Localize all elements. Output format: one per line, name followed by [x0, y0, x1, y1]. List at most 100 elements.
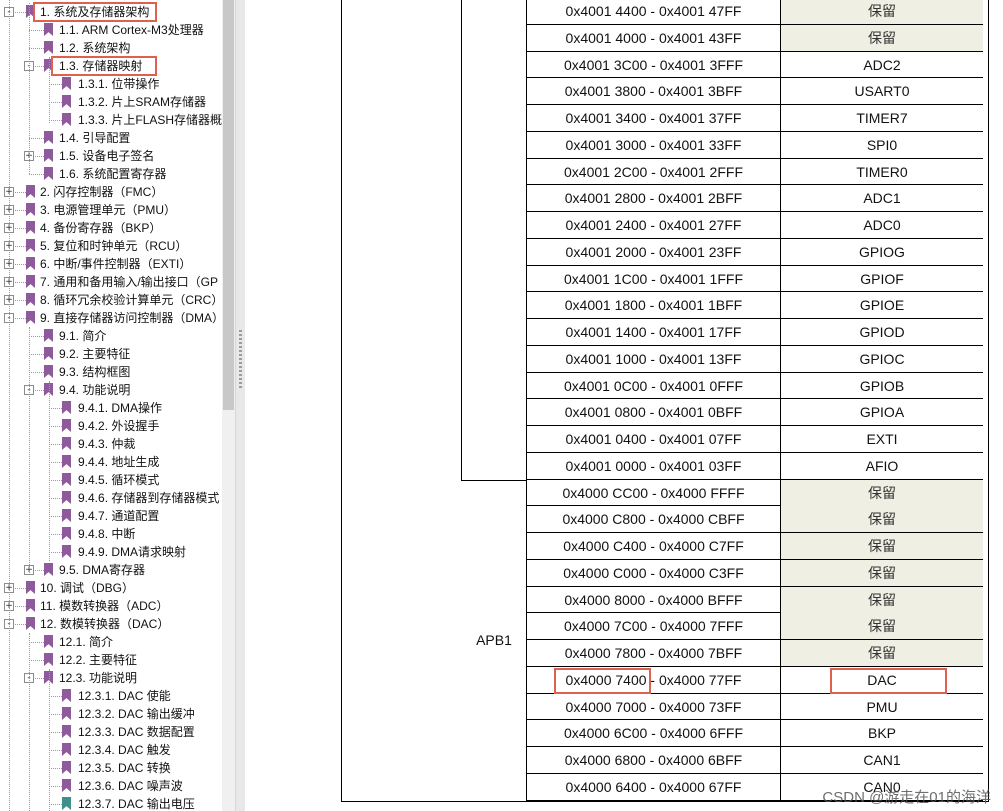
tree-scrollbar-thumb[interactable]: [223, 0, 234, 410]
bookmark-icon: [44, 563, 53, 576]
peripheral-cell: 保留: [781, 0, 983, 24]
tree-item-label: 1.3.2. 片上SRAM存储器: [78, 95, 207, 109]
tree-item-label: 10. 调试（DBG）: [40, 581, 135, 595]
tree-item[interactable]: 9.2. 主要特征: [0, 345, 222, 363]
address-range-cell: 0x4000 8000 - 0x4000 BFFF: [527, 586, 781, 613]
bookmark-icon: [62, 113, 71, 126]
table-row: 0x4000 C000 - 0x4000 C3FF 保留: [527, 559, 983, 587]
table-row: 0x4001 3400 - 0x4001 37FF TIMER7: [527, 105, 983, 132]
tree-item[interactable]: 1.4. 引导配置: [0, 129, 222, 147]
bookmark-icon: [44, 131, 53, 144]
tree-item[interactable]: 12.3.3. DAC 数据配置: [0, 723, 222, 741]
tree-item[interactable]: -12. 数模转换器（DAC）: [0, 615, 222, 633]
bookmark-icon: [62, 473, 71, 486]
tree-item[interactable]: +1.5. 设备电子签名: [0, 147, 222, 165]
peripheral-cell: 保留: [781, 586, 983, 613]
tree-item[interactable]: 9.1. 简介: [0, 327, 222, 345]
address-range-cell: 0x4000 6800 - 0x4000 6BFF: [527, 747, 781, 773]
tree-item-label: 12. 数模转换器（DAC）: [40, 617, 170, 631]
address-range-cell: 0x4001 0000 - 0x4001 03FF: [527, 452, 781, 479]
bookmark-icon: [26, 581, 35, 594]
address-range-cell: 0x4001 2000 - 0x4001 23FF: [527, 238, 781, 265]
tree-item-label: 9.5. DMA寄存器: [59, 563, 146, 577]
address-range-cell: 0x4000 C800 - 0x4000 CBFF: [527, 506, 781, 533]
peripheral-cell: 保留: [781, 559, 983, 586]
peripheral-cell: AFIO: [865, 457, 899, 474]
address-range-cell: 0x4001 2C00 - 0x4001 2FFF: [527, 158, 781, 185]
tree-item[interactable]: 9.3. 结构框图: [0, 363, 222, 381]
tree-item[interactable]: 9.4.4. 地址生成: [0, 453, 222, 471]
tree-item-label: 3. 电源管理单元（PMU）: [40, 203, 177, 217]
table-row: 0x4001 0C00 - 0x4001 0FFF GPIOB: [527, 372, 983, 400]
tree-item[interactable]: 1.3.3. 片上FLASH存储器概: [0, 111, 222, 129]
tree-item[interactable]: 9.4.7. 通道配置: [0, 507, 222, 525]
tree-item[interactable]: -12.3. 功能说明: [0, 669, 222, 687]
table-row: 0x4001 0800 - 0x4001 0BFF GPIOA: [527, 399, 983, 426]
tree-item-label: 12.3.7. DAC 输出电压: [78, 797, 195, 811]
tree-item[interactable]: 1.6. 系统配置寄存器: [0, 165, 222, 183]
tree-item[interactable]: 9.4.8. 中断: [0, 525, 222, 543]
tree-item[interactable]: 12.3.6. DAC 噪声波: [0, 777, 222, 795]
tree-guide: [9, 0, 10, 811]
tree-item-label: 1.2. 系统架构: [59, 41, 131, 55]
tree-item-label: 5. 复位和时钟单元（RCU）: [40, 239, 188, 253]
peripheral-cell: BKP: [867, 725, 896, 742]
tree-item[interactable]: +6. 中断/事件控制器（EXTI）: [0, 255, 222, 273]
tree-item[interactable]: +4. 备份寄存器（BKP）: [0, 219, 222, 237]
tree-item[interactable]: +8. 循环冗余校验计算单元（CRC）: [0, 291, 222, 309]
tree-item[interactable]: 9.4.3. 仲裁: [0, 435, 222, 453]
bookmark-icon: [26, 221, 35, 234]
tree-item[interactable]: -9. 直接存储器访问控制器（DMA）: [0, 309, 222, 327]
tree-item[interactable]: +3. 电源管理单元（PMU）: [0, 201, 222, 219]
address-range-cell: 0x4001 1C00 - 0x4001 1FFF: [527, 265, 781, 292]
watermark-text: CSDN @游走在01的海洋: [822, 789, 991, 806]
tree-item[interactable]: 9.4.1. DMA操作: [0, 399, 222, 417]
peripheral-cell: 保留: [781, 479, 983, 506]
tree-item[interactable]: 9.4.9. DMA请求映射: [0, 543, 222, 561]
tree-item[interactable]: 12.3.1. DAC 使能: [0, 687, 222, 705]
tree-item[interactable]: +5. 复位和时钟单元（RCU）: [0, 237, 222, 255]
tree-item[interactable]: 9.4.2. 外设握手: [0, 417, 222, 435]
tree-item[interactable]: -9.4. 功能说明: [0, 381, 222, 399]
tree-item-label: 1.5. 设备电子签名: [59, 149, 155, 163]
peripheral-cell: 保留: [781, 613, 983, 640]
peripheral-cell: GPIOB: [859, 377, 905, 394]
peripheral-cell: GPIOC: [859, 350, 905, 367]
tree-item[interactable]: +2. 闪存控制器（FMC）: [0, 183, 222, 201]
tree-item-label: 9.3. 结构框图: [59, 365, 131, 379]
tree-item[interactable]: +10. 调试（DBG）: [0, 579, 222, 597]
peripheral-cell: TIMER7: [856, 110, 908, 126]
table-row: 0x4001 3000 - 0x4001 33FF SPI0: [527, 131, 983, 159]
tree-item[interactable]: 9.4.5. 循环模式: [0, 471, 222, 489]
tree-item[interactable]: 1.1. ARM Cortex-M3处理器: [0, 21, 222, 39]
tree-item[interactable]: 12.3.5. DAC 转换: [0, 759, 222, 777]
address-range-cell: 0x4000 6400 - 0x4000 67FF: [527, 773, 781, 800]
tree-item[interactable]: +11. 模数转换器（ADC）: [0, 597, 222, 615]
peripheral-cell: 保留: [781, 24, 983, 51]
tree-item[interactable]: +9.5. DMA寄存器: [0, 561, 222, 579]
tree-guide: [49, 57, 50, 123]
table-row: 0x4001 1800 - 0x4001 1BFF GPIOE: [527, 292, 983, 319]
tree-item-label: 9.4.8. 中断: [78, 527, 136, 541]
tree-item[interactable]: +7. 通用和备用输入/输出接口（GP: [0, 273, 222, 291]
peripheral-cell: GPIOF: [860, 270, 904, 287]
tree-item[interactable]: 12.2. 主要特征: [0, 651, 222, 669]
tree-item-label: 9.4.7. 通道配置: [78, 509, 160, 523]
tree-guide: [49, 669, 50, 811]
splitter-grip-icon[interactable]: [239, 330, 242, 390]
tree-item[interactable]: 9.4.6. 存储器到存储器模式: [0, 489, 222, 507]
tree-item[interactable]: 12.3.7. DAC 输出电压: [0, 795, 222, 811]
tree-item[interactable]: 1.2. 系统架构: [0, 39, 222, 57]
tree-item-label: 12.3.5. DAC 转换: [78, 761, 171, 775]
tree-item[interactable]: 1.3.1. 位带操作: [0, 75, 222, 93]
tree-item[interactable]: 12.1. 简介: [0, 633, 222, 651]
tree-item[interactable]: 12.3.2. DAC 输出缓冲: [0, 705, 222, 723]
tree-item[interactable]: 12.3.4. DAC 触发: [0, 741, 222, 759]
tree-item[interactable]: 1.3.2. 片上SRAM存储器: [0, 93, 222, 111]
bus-label: APB1: [476, 632, 512, 648]
tree-item-label: 9.4.6. 存储器到存储器模式: [78, 491, 220, 505]
tree-item-label: 9. 直接存储器访问控制器（DMA）: [40, 311, 222, 325]
address-range-cell: 0x4001 3400 - 0x4001 37FF: [527, 105, 781, 131]
tree-item-label: 12.3. 功能说明: [59, 671, 138, 685]
tree-item-label: 1.3.3. 片上FLASH存储器概: [78, 113, 222, 127]
